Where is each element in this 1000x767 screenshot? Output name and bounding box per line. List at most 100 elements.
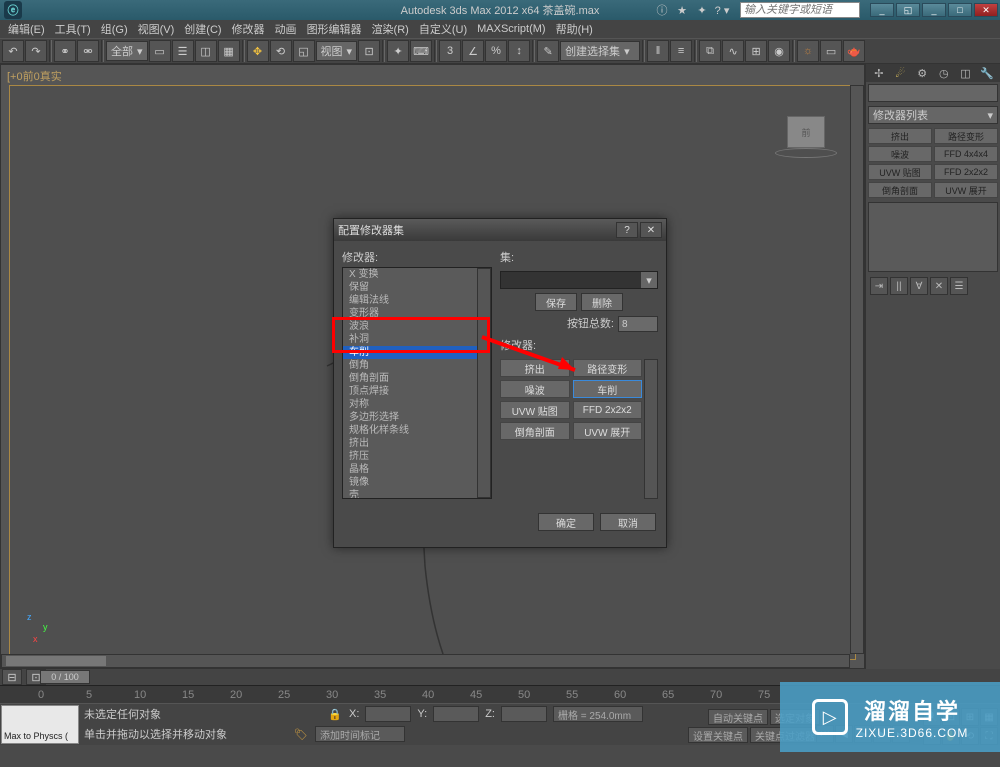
menu-view[interactable]: 视图(V) [134, 21, 179, 37]
link-button[interactable]: ⚭ [54, 40, 76, 62]
view-cube-compass[interactable] [775, 148, 837, 158]
rotate-button[interactable]: ⟲ [270, 40, 292, 62]
list-item[interactable]: 壳 [343, 489, 491, 499]
keyboard-shortcut-button[interactable]: ⌨ [410, 40, 432, 62]
mod-btn[interactable]: 挤出 [868, 128, 932, 144]
mod-btn[interactable]: UVW 贴图 [868, 164, 932, 180]
dialog-title-bar[interactable]: 配置修改器集 ? ✕ [334, 219, 666, 241]
trackbar-toggle-icon[interactable]: ⊟ [2, 669, 22, 685]
grid-cell[interactable]: UVW 展开 [573, 422, 643, 440]
list-item[interactable]: 变形器 [343, 307, 491, 320]
mod-btn[interactable]: FFD 2x2x2 [934, 164, 998, 180]
search-input[interactable] [740, 2, 860, 18]
redo-button[interactable]: ↷ [25, 40, 47, 62]
percent-snap-button[interactable]: % [485, 40, 507, 62]
ref-coord-dropdown[interactable]: 视图▾ [316, 41, 358, 61]
undo-button[interactable]: ↶ [2, 40, 24, 62]
menu-modifiers[interactable]: 修改器 [228, 21, 269, 37]
mod-btn[interactable]: 倒角剖面 [868, 182, 932, 198]
named-selection-dropdown[interactable]: 创建选择集▾ [560, 41, 640, 61]
window-crossing-button[interactable]: ▦ [218, 40, 240, 62]
time-tag-icon[interactable]: 🏷 [293, 726, 309, 742]
mod-btn[interactable]: FFD 4x4x4 [934, 146, 998, 162]
selection-filter-dropdown[interactable]: 全部▾ [106, 41, 148, 61]
grid-cell[interactable]: 路径变形 [573, 359, 643, 377]
ok-button[interactable]: 确定 [538, 513, 594, 531]
list-item[interactable]: 编辑法线 [343, 294, 491, 307]
set-key-button[interactable]: 设置关键点 [688, 727, 748, 743]
hierarchy-tab-icon[interactable]: ⚙ [915, 66, 929, 80]
grid-cell[interactable]: FFD 2x2x2 [573, 401, 643, 419]
set-dropdown[interactable]: ▾ [500, 271, 658, 289]
select-region-button[interactable]: ◫ [195, 40, 217, 62]
render-button[interactable]: 🫖 [843, 40, 865, 62]
list-item[interactable]: 对称 [343, 398, 491, 411]
viewport-label[interactable]: [+0前0真实 [7, 68, 62, 84]
pivot-button[interactable]: ⊡ [358, 40, 380, 62]
unlink-button[interactable]: ⚮ [77, 40, 99, 62]
grid-cell[interactable]: 噪波 [500, 380, 570, 398]
render-setup-button[interactable]: ☼ [797, 40, 819, 62]
align-button[interactable]: ≡ [670, 40, 692, 62]
menu-edit[interactable]: 编辑(E) [4, 21, 49, 37]
modify-tab-icon[interactable]: ☄ [893, 66, 907, 80]
select-name-button[interactable]: ☰ [172, 40, 194, 62]
menu-customize[interactable]: 自定义(U) [415, 21, 471, 37]
remove-mod-icon[interactable]: ✕ [930, 277, 948, 295]
time-tag-field[interactable]: 添加时间标记 [315, 726, 405, 742]
list-item[interactable]: 规格化样条线 [343, 424, 491, 437]
select-button[interactable]: ▭ [149, 40, 171, 62]
list-item[interactable]: 顶点焊接 [343, 385, 491, 398]
object-name-field[interactable] [868, 84, 998, 102]
modifier-list-dropdown[interactable]: 修改器列表▾ [868, 106, 998, 124]
make-unique-icon[interactable]: ∀ [910, 277, 928, 295]
configure-sets-icon[interactable]: ☰ [950, 277, 968, 295]
list-item-selected[interactable]: 车削 [343, 346, 491, 359]
info-icon[interactable]: ⓘ [654, 2, 670, 18]
lock-icon[interactable]: 🔒 [327, 706, 343, 722]
restore-inner-button[interactable]: ◱ [896, 3, 920, 17]
mod-btn[interactable]: 路径变形 [934, 128, 998, 144]
star-icon[interactable]: ★ [674, 2, 690, 18]
edit-selection-button[interactable]: ✎ [537, 40, 559, 62]
move-button[interactable]: ✥ [247, 40, 269, 62]
scale-button[interactable]: ◱ [293, 40, 315, 62]
time-slider-handle[interactable]: 0 / 100 [40, 670, 90, 684]
coord-y-field[interactable] [433, 706, 479, 722]
menu-maxscript[interactable]: MAXScript(M) [473, 23, 549, 35]
total-buttons-spinner[interactable]: 8 [618, 316, 658, 332]
motion-tab-icon[interactable]: ◷ [937, 66, 951, 80]
list-item[interactable]: 保留 [343, 281, 491, 294]
list-item[interactable]: 倒角 [343, 359, 491, 372]
pin-stack-icon[interactable]: ⇥ [870, 277, 888, 295]
list-item[interactable]: 镜像 [343, 476, 491, 489]
list-item[interactable]: 波浪 [343, 320, 491, 333]
help-dropdown-icon[interactable]: ? ▾ [714, 2, 730, 18]
close-button[interactable]: ✕ [974, 3, 998, 17]
minimize-button[interactable]: _ [922, 3, 946, 17]
list-item[interactable]: X 变换 [343, 268, 491, 281]
modifiers-listbox[interactable]: X 变换 保留 编辑法线 变形器 波浪 补洞 车削 倒角 倒角剖面 顶点焊接 对… [342, 267, 492, 499]
coord-x-field[interactable] [365, 706, 411, 722]
mirror-button[interactable]: ‖ [647, 40, 669, 62]
show-end-icon[interactable]: || [890, 277, 908, 295]
display-tab-icon[interactable]: ◫ [958, 66, 972, 80]
minimize-inner-button[interactable]: _ [870, 3, 894, 17]
viewport-v-scrollbar[interactable] [850, 85, 864, 654]
menu-help[interactable]: 帮助(H) [552, 21, 597, 37]
grid-scrollbar[interactable] [644, 359, 658, 499]
manipulate-button[interactable]: ✦ [387, 40, 409, 62]
maximize-button[interactable]: □ [948, 3, 972, 17]
schematic-button[interactable]: ⊞ [745, 40, 767, 62]
list-item[interactable]: 倒角剖面 [343, 372, 491, 385]
list-item[interactable]: 挤压 [343, 450, 491, 463]
maxscript-listener[interactable]: Max to Physcs ( [1, 705, 79, 744]
grid-cell[interactable]: 倒角剖面 [500, 422, 570, 440]
viewport-h-scrollbar[interactable] [1, 654, 850, 668]
view-cube[interactable]: 前 [787, 116, 825, 148]
layers-button[interactable]: ⧉ [699, 40, 721, 62]
mod-btn[interactable]: 噪波 [868, 146, 932, 162]
utilities-tab-icon[interactable]: 🔧 [980, 66, 994, 80]
cancel-button[interactable]: 取消 [600, 513, 656, 531]
list-scrollbar[interactable] [477, 268, 491, 498]
